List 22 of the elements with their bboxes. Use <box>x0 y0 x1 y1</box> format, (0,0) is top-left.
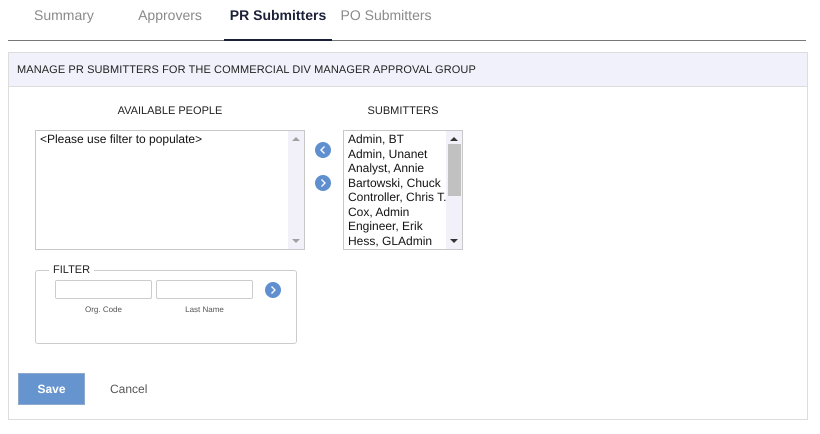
list-item[interactable]: <Please use filter to populate> <box>40 132 284 146</box>
scrollbar[interactable] <box>446 131 462 249</box>
field-label: Last Name <box>185 305 224 314</box>
cancel-link[interactable]: Cancel <box>110 382 148 396</box>
input-field[interactable] <box>156 280 253 299</box>
list-box[interactable]: <Please use filter to populate> <box>35 130 305 250</box>
list-box[interactable]: Admin, BT Admin, Unanet Analyst, Annie Bartowski, Chuck Controller, Chris T. Cox, Admin Engineer, Erik Hess, GLAdmin <box>343 130 463 250</box>
list-item[interactable]: Bartowski, Chuck <box>348 176 442 190</box>
list-item[interactable]: Admin, Unanet <box>348 146 442 161</box>
panel-title: MANAGE PR SUBMITTERS FOR THE COMMERCIAL DIV MANAGER APPROVAL GROUP <box>9 53 807 87</box>
scrollbar[interactable] <box>288 131 304 249</box>
list-item[interactable]: Analyst, Annie <box>348 161 442 176</box>
list-heading: AVAILABLE PEOPLE <box>118 105 222 118</box>
list-item[interactable]: Hess, GLAdmin <box>348 234 442 248</box>
list-item[interactable]: Cox, Admin <box>348 204 442 219</box>
tab[interactable]: PR Submitters <box>224 0 332 41</box>
list-item[interactable]: Engineer, Erik <box>348 219 442 234</box>
filter-legend: FILTER <box>49 264 94 276</box>
input-field[interactable] <box>55 280 152 299</box>
field-label: Org. Code <box>85 305 122 314</box>
list-item[interactable]: Admin, BT <box>348 132 442 146</box>
list-heading: SUBMITTERS <box>368 105 438 118</box>
